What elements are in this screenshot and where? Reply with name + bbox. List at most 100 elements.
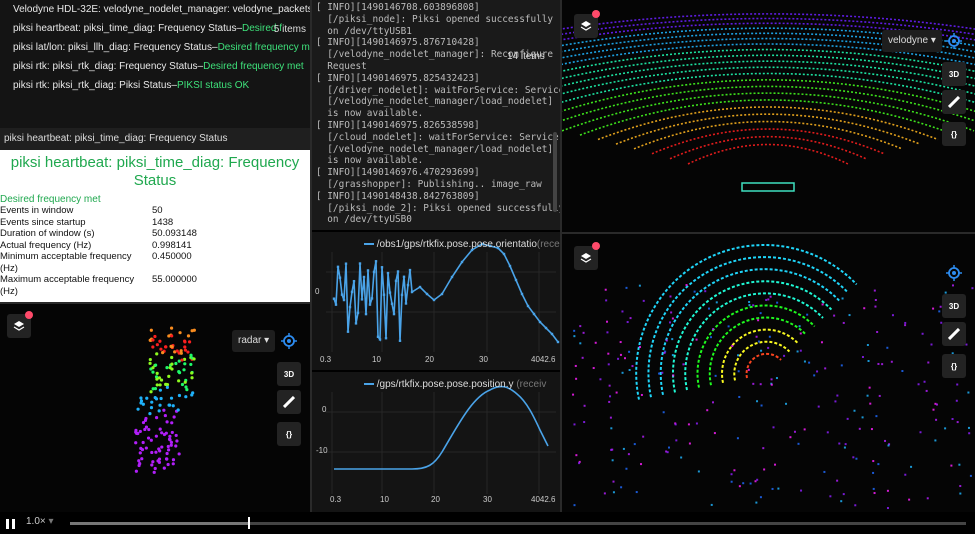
lidar-point [610, 427, 613, 430]
diagnostic-label: piksi rtk: piksi_rtk_diag: Piksi Status– [13, 80, 177, 91]
x-tick-label: 20 [425, 355, 434, 364]
lidar-point [886, 507, 889, 510]
radar-point [138, 461, 142, 466]
lidar-point [757, 340, 760, 343]
detail-key: Events since startup [0, 216, 86, 228]
follow-target-button[interactable] [278, 330, 300, 352]
lidar-point [572, 393, 575, 396]
detail-value: 50 [152, 205, 163, 216]
lidar-point [844, 443, 847, 446]
lidar-point [575, 454, 578, 457]
log-line: [/piksi_node_2]: Piksi opened successful… [316, 202, 560, 214]
topdown-3d-panel[interactable]: 3D {} [562, 234, 975, 512]
notification-badge [592, 242, 600, 250]
lidar-point [926, 497, 929, 500]
toggle-3d-button[interactable]: 3D [942, 62, 966, 86]
radar-point [146, 436, 151, 440]
radar-point [162, 408, 166, 412]
pause-button[interactable] [5, 517, 17, 529]
data-point [388, 291, 392, 294]
code-editor-button[interactable]: {} [277, 422, 301, 446]
lidar-point [687, 423, 690, 426]
lidar-point [603, 492, 606, 495]
code-editor-button[interactable]: {} [942, 354, 966, 378]
lidar-point [884, 439, 887, 442]
lidar-point [680, 456, 683, 459]
radar-point [134, 441, 138, 445]
lidar-point [573, 423, 576, 426]
diagnostic-row[interactable]: piksi heartbeat: piksi_time_diag: Freque… [13, 23, 282, 34]
follow-target-button[interactable] [943, 262, 965, 284]
measure-button[interactable] [277, 390, 301, 414]
velodyne-3d-panel[interactable]: velodyne ▾ 3D {} [562, 0, 975, 232]
radar-point [151, 370, 155, 374]
diagnostic-label: piksi lat/lon: piksi_llh_diag: Frequency… [13, 42, 218, 53]
radar-point [147, 427, 151, 432]
data-point [340, 293, 344, 296]
lidar-point [730, 480, 733, 483]
panel-divider [560, 0, 562, 512]
plot-legend[interactable]: /gps/rtkfix.pose.pose.position.y (receiv [364, 379, 546, 390]
radar-point [136, 431, 140, 436]
lidar-point [642, 299, 645, 302]
plot-legend[interactable]: /obs1/gps/rtkfix.pose.pose.orientatio(re… [364, 239, 560, 250]
data-point [425, 292, 429, 296]
data-point [364, 312, 368, 316]
radar-point [170, 334, 174, 338]
lidar-point [772, 426, 775, 429]
radar-point [186, 350, 190, 354]
radar-point [177, 371, 182, 375]
lidar-point [742, 482, 745, 485]
lidar-point [874, 305, 877, 308]
radar-point [164, 457, 169, 461]
lidar-point [783, 354, 786, 357]
timeline-handle[interactable] [248, 517, 251, 529]
timeline-track[interactable] [70, 517, 966, 529]
data-point [360, 298, 364, 301]
speed-select[interactable]: 1.0× ▾ [26, 516, 54, 527]
measure-button[interactable] [942, 322, 966, 346]
follow-target-button[interactable] [943, 30, 965, 52]
ruler-icon [948, 96, 960, 108]
lidar-point [756, 400, 759, 403]
crosshair-icon [946, 33, 962, 49]
lidar-point [875, 415, 878, 418]
measure-button[interactable] [942, 90, 966, 114]
y-tick-label: -10 [316, 446, 328, 455]
data-point [404, 302, 408, 305]
log-line: [/cloud_nodelet]: waitForService: Servic… [316, 131, 559, 143]
lidar-point [752, 304, 755, 307]
toggle-3d-button[interactable]: 3D [277, 362, 301, 386]
diagnostic-row[interactable]: piksi rtk: piksi_rtk_diag: Frequency Sta… [13, 61, 304, 72]
radar-point [185, 388, 189, 392]
data-point [332, 297, 336, 300]
diagnostic-row[interactable]: piksi rtk: piksi_rtk_diag: Piksi Status–… [13, 80, 249, 91]
radar-point [160, 445, 164, 449]
lidar-point [955, 399, 958, 402]
lidar-point [609, 395, 612, 398]
radar-3d-panel[interactable]: radar ▾ 3D {} [0, 304, 310, 512]
radar-point [153, 466, 157, 471]
radar-point [192, 328, 196, 332]
frame-select[interactable]: radar ▾ [232, 330, 276, 352]
radar-point [158, 339, 162, 343]
lidar-point [904, 473, 907, 476]
lidar-point [730, 473, 733, 476]
diagnostic-status: PIKSI status OK [176, 80, 250, 91]
chevron-down-icon: ▾ [48, 516, 54, 527]
diagnostics-list-panel: Velodyne HDL-32E: velodyne_nodelet_manag… [0, 0, 310, 128]
diagnostic-row[interactable]: Velodyne HDL-32E: velodyne_nodelet_manag… [13, 4, 310, 15]
toggle-3d-button[interactable]: 3D [942, 294, 966, 318]
lidar-point [796, 350, 799, 353]
log-line: [ INFO][1490146975.826538598] [316, 120, 480, 131]
lidar-point [820, 341, 823, 344]
code-editor-button[interactable]: {} [942, 122, 966, 146]
log-scrollbar[interactable] [553, 132, 557, 212]
radar-point [189, 362, 193, 367]
data-point [392, 312, 396, 316]
lidar-point [606, 320, 609, 323]
lidar-point [872, 460, 875, 463]
lidar-point [817, 405, 820, 408]
diagnostic-row[interactable]: piksi lat/lon: piksi_llh_diag: Frequency… [13, 42, 310, 53]
frame-select[interactable]: velodyne ▾ [882, 30, 942, 52]
